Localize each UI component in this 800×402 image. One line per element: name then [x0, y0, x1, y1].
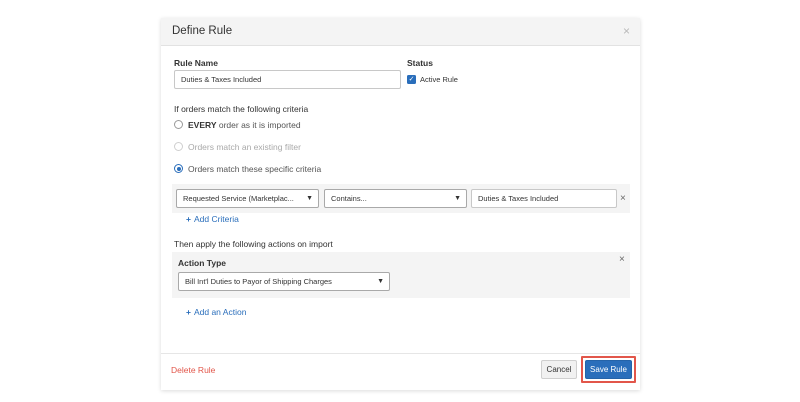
criteria-field-value: Requested Service (Marketplac...: [183, 194, 294, 203]
criteria-heading: If orders match the following criteria: [174, 104, 309, 114]
action-type-label: Action Type: [178, 258, 227, 268]
action-type-value: Bill Int'l Duties to Payor of Shipping C…: [185, 277, 332, 286]
criteria-operator-value: Contains...: [331, 194, 367, 203]
save-rule-button[interactable]: Save Rule: [585, 360, 632, 379]
radio-existing-filter-label: Orders match an existing filter: [188, 142, 301, 152]
criteria-operator-select[interactable]: Contains... ▼: [324, 189, 467, 208]
caret-down-icon: ▼: [306, 195, 313, 202]
remove-criteria-icon[interactable]: ×: [620, 194, 626, 204]
radio-existing-filter[interactable]: [174, 142, 183, 151]
plus-icon: +: [186, 214, 191, 224]
checkmark-icon: ✓: [408, 76, 415, 83]
rule-name-input[interactable]: [174, 70, 401, 89]
modal-title: Define Rule: [172, 25, 233, 37]
delete-rule-link[interactable]: Delete Rule: [171, 365, 215, 375]
caret-down-icon: ▼: [377, 278, 384, 285]
radio-specific-criteria-label: Orders match these specific criteria: [188, 164, 322, 174]
define-rule-modal: Define Rule × Rule Name Status ✓ Active …: [161, 18, 640, 390]
radio-every-order-text: order as it is imported: [216, 120, 301, 130]
caret-down-icon: ▼: [454, 195, 461, 202]
criteria-field-select[interactable]: Requested Service (Marketplac... ▼: [176, 189, 319, 208]
plus-icon: +: [186, 307, 191, 317]
criteria-value-input[interactable]: [471, 189, 617, 208]
radio-every-order-bold: EVERY: [188, 120, 217, 130]
radio-specific-criteria[interactable]: [174, 164, 183, 173]
add-action-link[interactable]: + Add an Action: [186, 307, 246, 317]
modal-header: Define Rule ×: [161, 18, 640, 46]
add-criteria-label: Add Criteria: [193, 214, 239, 224]
actions-heading: Then apply the following actions on impo…: [174, 239, 333, 249]
active-rule-label: Active Rule: [420, 75, 458, 84]
add-criteria-link[interactable]: + Add Criteria: [186, 214, 239, 224]
radio-every-order[interactable]: [174, 120, 183, 129]
rule-name-label: Rule Name: [174, 58, 218, 68]
add-action-label: Add an Action: [193, 307, 247, 317]
close-icon[interactable]: ×: [623, 24, 630, 38]
footer-divider: [161, 353, 640, 354]
radio-every-order-label: EVERY order as it is imported: [188, 120, 301, 130]
remove-action-icon[interactable]: ×: [619, 255, 625, 265]
status-label: Status: [407, 58, 433, 68]
action-type-select[interactable]: Bill Int'l Duties to Payor of Shipping C…: [178, 272, 390, 291]
active-rule-checkbox[interactable]: ✓: [407, 75, 416, 84]
criteria-row: Requested Service (Marketplac... ▼ Conta…: [172, 184, 630, 213]
cancel-button[interactable]: Cancel: [541, 360, 577, 379]
action-panel: Action Type Bill Int'l Duties to Payor o…: [172, 252, 630, 298]
